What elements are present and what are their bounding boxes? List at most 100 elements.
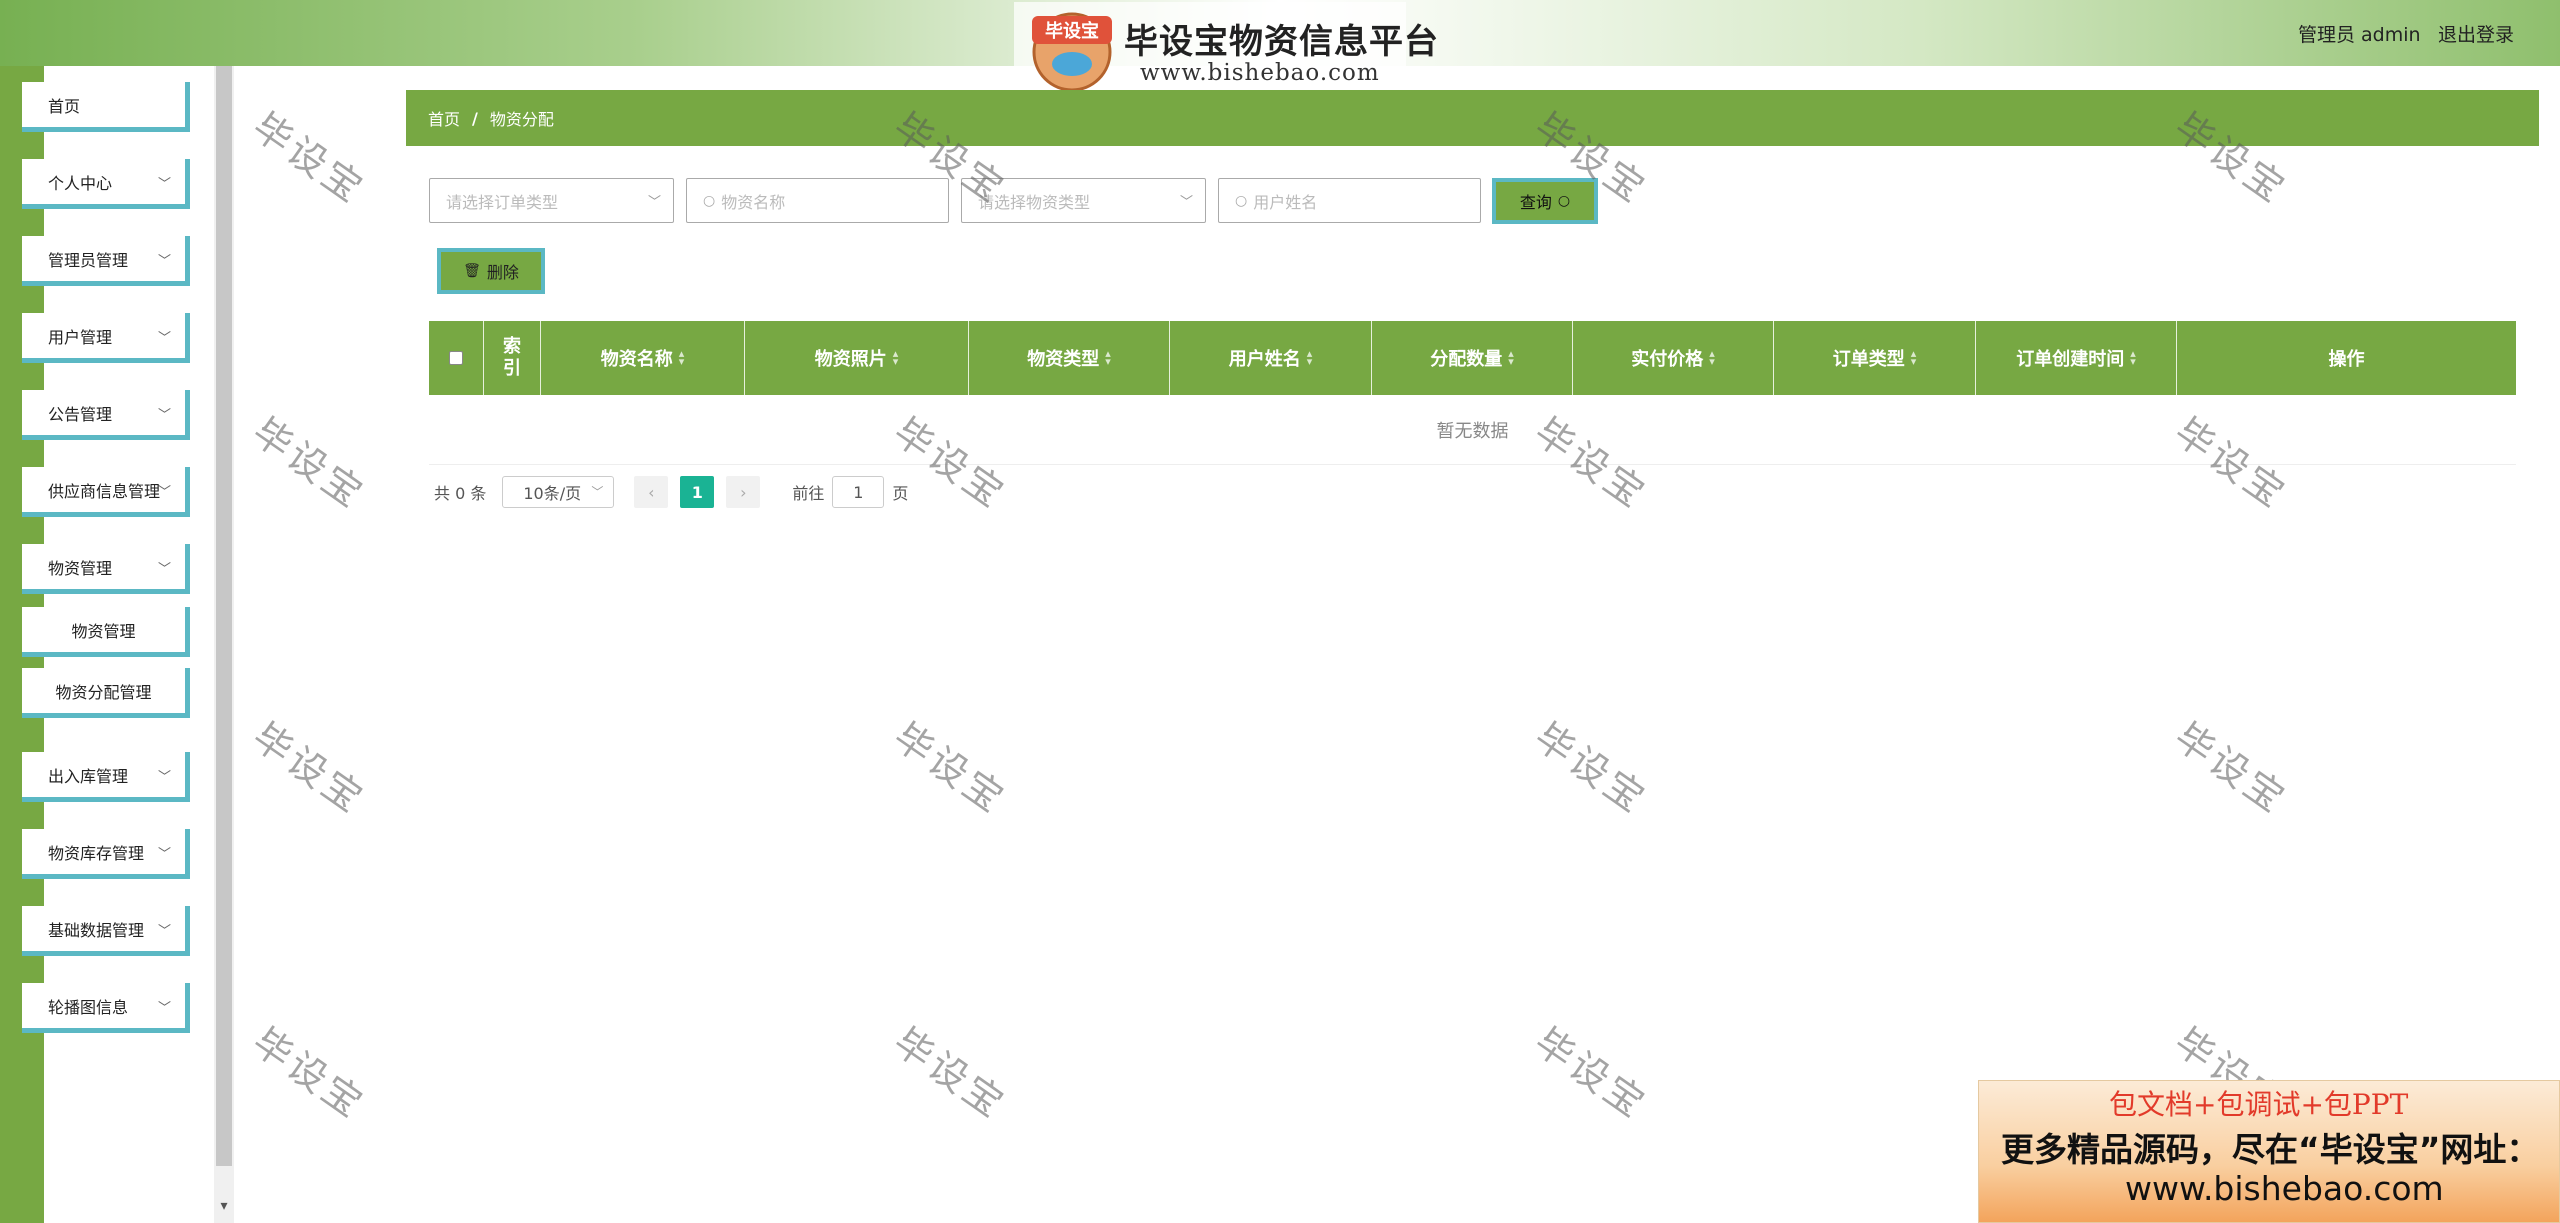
col-label: 订单创建时间 <box>2016 349 2125 370</box>
goods-type-placeholder: 请选择物资类型 <box>978 192 1091 212</box>
sidebar-item-label: 出入库管理 <box>48 766 129 786</box>
sidebar-item-supplier-management[interactable]: 供应商信息管理 ﹀ <box>22 467 190 517</box>
page-number-1[interactable]: 1 <box>680 476 715 508</box>
table-empty-row: 暂无数据 <box>429 395 2516 465</box>
breadcrumb-current: 物资分配 <box>489 110 554 129</box>
user-name-input[interactable]: ○ 用户姓名 <box>1218 178 1481 223</box>
sidebar-item-label: 个人中心 <box>48 173 113 193</box>
scroll-down-icon[interactable]: ▾ <box>216 1198 232 1218</box>
watermark: 毕设宝 <box>244 1019 374 1128</box>
goods-type-select[interactable]: 请选择物资类型 ﹀ <box>961 178 1206 223</box>
sidebar-item-home[interactable]: 首页 <box>22 82 190 132</box>
next-page-button[interactable]: › <box>726 476 761 508</box>
scrollbar-thumb[interactable] <box>216 66 232 1166</box>
page-size-value: 10条/页 <box>523 484 582 503</box>
sort-icon[interactable]: ▴ ▾ <box>893 348 899 367</box>
search-button[interactable]: 查询 ○ <box>1492 178 1598 224</box>
sidebar-item-basic-data[interactable]: 基础数据管理 ﹀ <box>22 906 190 956</box>
page-size-select[interactable]: 10条/页 ﹀ <box>502 476 615 508</box>
logout-link[interactable]: 退出登录 <box>2438 20 2514 47</box>
order-type-select[interactable]: 请选择订单类型 ﹀ <box>429 178 674 223</box>
chevron-down-icon: ﹀ <box>157 485 171 500</box>
breadcrumb: 首页 / 物资分配 <box>406 90 2539 146</box>
select-all-cell <box>429 321 484 395</box>
chevron-down-icon: ﹀ <box>1179 195 1193 210</box>
sidebar-item-label: 物资管理 <box>48 558 113 578</box>
delete-button[interactable]: 🗑 删除 <box>437 248 545 294</box>
sidebar-item-label: 物资库存管理 <box>48 843 145 863</box>
sidebar-item-label: 供应商信息管理 <box>48 481 161 501</box>
col-allocation-qty[interactable]: 分配数量 ▴ ▾ <box>1372 321 1573 395</box>
watermark: 毕设宝 <box>885 1019 1015 1128</box>
prev-page-button[interactable]: ‹ <box>634 476 669 508</box>
sidebar-item-inventory-management[interactable]: 物资库存管理 ﹀ <box>22 829 190 879</box>
delete-button-label: 删除 <box>486 263 519 282</box>
watermark: 毕设宝 <box>244 104 374 213</box>
col-index-label: 索引 <box>503 336 521 379</box>
col-label: 用户姓名 <box>1228 349 1301 370</box>
col-label: 物资名称 <box>600 349 673 370</box>
search-button-label: 查询 <box>1519 193 1552 212</box>
sort-icon[interactable]: ▴ ▾ <box>2130 348 2136 367</box>
sidebar-item-notice-management[interactable]: 公告管理 ﹀ <box>22 390 190 440</box>
sort-icon[interactable]: ▴ ▾ <box>1508 348 1514 367</box>
watermark: 毕设宝 <box>244 409 374 518</box>
col-order-created[interactable]: 订单创建时间 ▴ ▾ <box>1976 321 2177 395</box>
chevron-down-icon: ﹀ <box>157 562 171 577</box>
sidebar-item-personal-center[interactable]: 个人中心 ﹀ <box>22 159 190 209</box>
goto-page-input[interactable]: 1 <box>832 476 885 508</box>
col-label: 订单类型 <box>1832 349 1905 370</box>
ad-line-2: 更多精品源码，尽在“毕设宝”网址： <box>2001 1130 2540 1169</box>
col-label: 物资照片 <box>814 349 887 370</box>
sidebar-item-label: 首页 <box>48 96 81 116</box>
col-actions: 操作 <box>2177 321 2516 395</box>
chevron-down-icon: ﹀ <box>157 408 171 423</box>
allocation-table: 索引 物资名称 ▴ ▾ 物资照片 ▴ ▾ 物资类型 ▴ ▾ 用户姓名 ▴ ▾ 分配数量 … <box>429 321 2516 465</box>
goods-name-input[interactable]: ○ 物资名称 <box>686 178 949 223</box>
empty-text: 暂无数据 <box>1436 420 1509 442</box>
ad-banner[interactable]: 包文档+包调试+包PPT 更多精品源码，尽在“毕设宝”网址： www.bishe… <box>1978 1080 2560 1223</box>
sidebar-item-inout-management[interactable]: 出入库管理 ﹀ <box>22 752 190 802</box>
ad-line-3: www.bishebao.com <box>2125 1169 2444 1208</box>
search-icon: ○ <box>703 192 716 209</box>
sidebar-item-label: 轮播图信息 <box>48 997 129 1017</box>
user-name-placeholder: 用户姓名 <box>1253 192 1318 212</box>
sort-icon[interactable]: ▴ ▾ <box>1105 348 1111 367</box>
chevron-down-icon: ﹀ <box>157 331 171 346</box>
sort-icon[interactable]: ▴ ▾ <box>1709 348 1715 367</box>
col-goods-type[interactable]: 物资类型 ▴ ▾ <box>969 321 1170 395</box>
sort-icon[interactable]: ▴ ▾ <box>1307 348 1313 367</box>
breadcrumb-home[interactable]: 首页 <box>428 106 460 130</box>
sidebar-item-label: 物资分配管理 <box>55 682 152 702</box>
chevron-down-icon: ﹀ <box>647 195 661 210</box>
sidebar-item-label: 管理员管理 <box>48 250 129 270</box>
sidebar-item-label: 公告管理 <box>48 404 113 424</box>
col-label: 物资类型 <box>1027 349 1100 370</box>
goto-prefix: 前往 <box>792 484 825 503</box>
col-user-name[interactable]: 用户姓名 ▴ ▾ <box>1170 321 1372 395</box>
col-label: 实付价格 <box>1631 349 1704 370</box>
sidebar-item-user-management[interactable]: 用户管理 ﹀ <box>22 313 190 363</box>
sidebar-subitem-goods[interactable]: 物资管理 <box>22 607 190 657</box>
watermark: 毕设宝 <box>1526 714 1656 823</box>
col-goods-name[interactable]: 物资名称 ▴ ▾ <box>541 321 745 395</box>
sort-icon[interactable]: ▴ ▾ <box>679 348 685 367</box>
sidebar-item-admin-management[interactable]: 管理员管理 ﹀ <box>22 236 190 286</box>
chevron-down-icon: ﹀ <box>157 177 171 192</box>
select-all-checkbox[interactable] <box>449 351 463 365</box>
ad-line-1: 包文档+包调试+包PPT <box>2109 1088 2409 1121</box>
col-order-type[interactable]: 订单类型 ▴ ▾ <box>1774 321 1976 395</box>
col-paid-price[interactable]: 实付价格 ▴ ▾ <box>1573 321 1774 395</box>
sort-icon[interactable]: ▴ ▾ <box>1911 348 1917 367</box>
table-header: 索引 物资名称 ▴ ▾ 物资照片 ▴ ▾ 物资类型 ▴ ▾ 用户姓名 ▴ ▾ 分配数量 … <box>429 321 2516 395</box>
sidebar-item-goods-management[interactable]: 物资管理 ﹀ <box>22 544 190 594</box>
goto-suffix: 页 <box>892 484 909 503</box>
col-goods-photo[interactable]: 物资照片 ▴ ▾ <box>745 321 969 395</box>
chevron-down-icon: ﹀ <box>157 770 171 785</box>
sidebar-item-carousel[interactable]: 轮播图信息 ﹀ <box>22 983 190 1033</box>
col-index: 索引 <box>484 321 541 395</box>
app-title: 毕设宝物资信息平台 <box>1124 22 1439 62</box>
watermark: 毕设宝 <box>1526 1019 1656 1128</box>
trash-icon: 🗑 <box>463 263 481 279</box>
sidebar-subitem-goods-allocation[interactable]: 物资分配管理 <box>22 668 190 718</box>
